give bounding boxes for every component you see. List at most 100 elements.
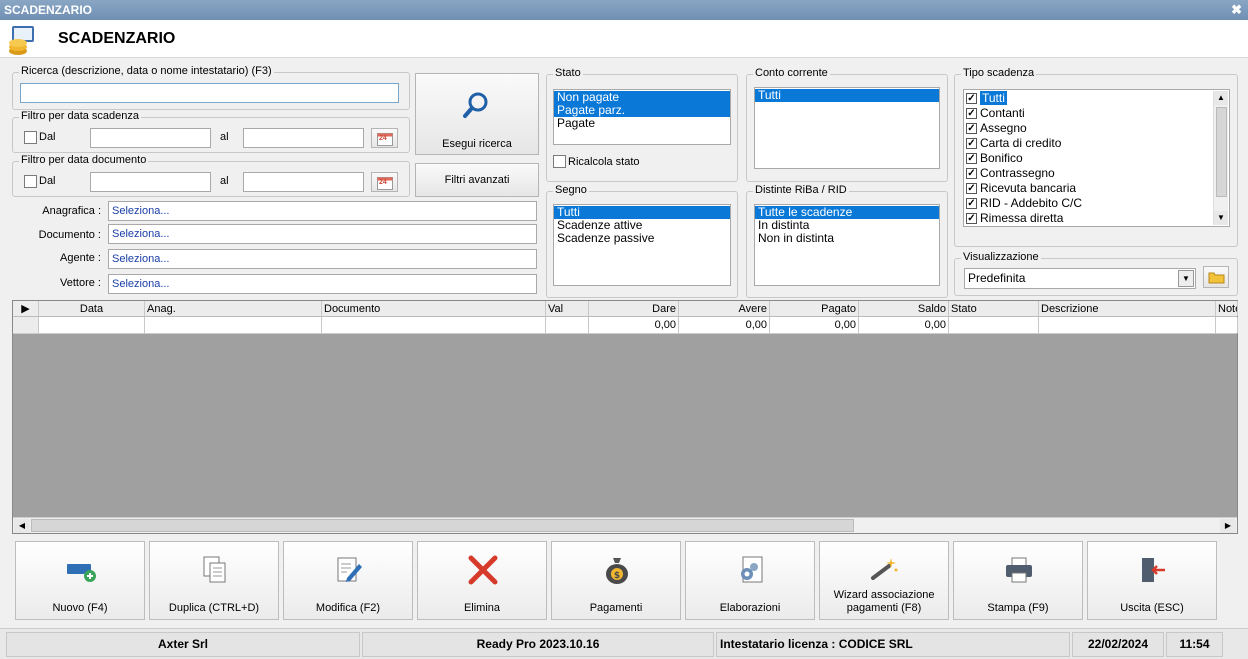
col-header[interactable]: Saldo xyxy=(859,301,949,316)
check-icon[interactable]: ✓ xyxy=(966,93,977,104)
scadenze-grid[interactable]: ▶ Data Anag. Documento Val Dare Avere Pa… xyxy=(12,300,1238,534)
distinte-item[interactable]: Non in distinta xyxy=(755,232,939,245)
cell[interactable] xyxy=(1216,317,1238,333)
col-header[interactable]: Stato xyxy=(949,301,1039,316)
tipo-scadenza-item[interactable]: ✓ Rimessa diretta xyxy=(964,211,1229,226)
tipo-scadenza-item[interactable]: ✓ Contrassegno xyxy=(964,166,1229,181)
due-date-from-label: Dal xyxy=(39,131,56,143)
tipo-scadenza-scrollbar[interactable]: ▲ ▼ xyxy=(1213,91,1228,225)
cell[interactable] xyxy=(145,317,322,333)
col-header[interactable]: Note xyxy=(1216,301,1238,316)
due-date-checkbox[interactable] xyxy=(24,131,37,144)
due-date-to-label: al xyxy=(220,131,229,143)
advanced-filters-button[interactable]: Filtri avanzati xyxy=(415,163,539,197)
new-button[interactable]: Nuovo (F4) xyxy=(15,541,145,620)
search-input[interactable] xyxy=(20,83,399,103)
payments-button[interactable]: $ Pagamenti xyxy=(551,541,681,620)
col-header[interactable]: Documento xyxy=(322,301,546,316)
print-button[interactable]: Stampa (F9) xyxy=(953,541,1083,620)
doc-date-from-input[interactable] xyxy=(90,172,211,192)
segno-list[interactable]: Tutti Scadenze attive Scadenze passive xyxy=(553,204,731,286)
check-icon[interactable]: ✓ xyxy=(966,168,977,179)
stato-list[interactable]: Non pagate Pagate parz. Pagate xyxy=(553,89,731,145)
processing-button[interactable]: Elaborazioni xyxy=(685,541,815,620)
exit-button[interactable]: Uscita (ESC) xyxy=(1087,541,1217,620)
duplicate-button[interactable]: Duplica (CTRL+D) xyxy=(149,541,279,620)
total-avere: 0,00 xyxy=(679,317,770,333)
check-icon[interactable]: ✓ xyxy=(966,108,977,119)
recalc-status-checkbox[interactable] xyxy=(553,155,566,168)
tipo-scadenza-item[interactable]: ✓ Tutti xyxy=(964,91,1229,106)
segno-item[interactable]: Scadenze passive xyxy=(554,232,730,245)
tipo-scadenza-item[interactable]: ✓ Bonifico xyxy=(964,151,1229,166)
search-button[interactable]: Esegui ricerca xyxy=(415,73,539,155)
print-button-label: Stampa (F9) xyxy=(987,602,1049,614)
scroll-thumb[interactable] xyxy=(31,519,854,532)
visualizzazione-select[interactable]: Predefinita ▼ xyxy=(964,268,1196,289)
cell[interactable] xyxy=(39,317,145,333)
col-header[interactable]: Anag. xyxy=(145,301,322,316)
total-dare: 0,00 xyxy=(589,317,679,333)
distinte-list[interactable]: Tutte le scadenze In distinta Non in dis… xyxy=(754,204,940,286)
tipo-scadenza-item[interactable]: ✓ RID - Addebito C/C xyxy=(964,196,1229,211)
col-header[interactable]: Dare xyxy=(589,301,679,316)
grid-hscrollbar[interactable]: ◀ ▶ xyxy=(13,517,1237,533)
edit-button-label: Modifica (F2) xyxy=(315,602,381,614)
cell[interactable] xyxy=(546,317,589,333)
tipo-scadenza-item[interactable]: ✓ Assegno xyxy=(964,121,1229,136)
check-icon[interactable]: ✓ xyxy=(966,198,977,209)
table-row[interactable]: 0,00 0,00 0,00 0,00 xyxy=(13,317,1238,334)
scroll-thumb[interactable] xyxy=(1216,107,1227,197)
doc-date-to-input[interactable] xyxy=(243,172,364,192)
search-legend: Ricerca (descrizione, data o nome intest… xyxy=(19,65,274,77)
col-header[interactable]: Descrizione xyxy=(1039,301,1216,316)
vettore-select[interactable]: Seleziona... xyxy=(108,274,537,294)
due-date-calendar-button[interactable]: 24 xyxy=(371,128,398,148)
documento-select[interactable]: Seleziona... xyxy=(108,224,537,244)
edit-button[interactable]: Modifica (F2) xyxy=(283,541,413,620)
col-header[interactable]: Avere xyxy=(679,301,770,316)
delete-button-label: Elimina xyxy=(463,602,501,614)
scroll-up-icon[interactable]: ▲ xyxy=(1214,91,1228,105)
scroll-down-icon[interactable]: ▼ xyxy=(1214,211,1228,225)
chevron-down-icon[interactable]: ▼ xyxy=(1178,270,1194,287)
conto-corrente-item[interactable]: Tutti xyxy=(755,89,939,102)
tipo-scadenza-item-label: Contrassegno xyxy=(980,166,1055,180)
close-icon[interactable]: ✖ xyxy=(1231,0,1242,20)
agente-select[interactable]: Seleziona... xyxy=(108,249,537,269)
vettore-label: Vettore : xyxy=(60,277,101,289)
scroll-left-icon[interactable]: ◀ xyxy=(14,519,30,533)
anagrafica-select[interactable]: Seleziona... xyxy=(108,201,537,221)
due-date-from-input[interactable] xyxy=(90,128,211,148)
printer-icon xyxy=(1006,557,1032,583)
conto-corrente-list[interactable]: Tutti xyxy=(754,87,940,169)
check-icon[interactable]: ✓ xyxy=(966,213,977,224)
delete-button[interactable]: Elimina xyxy=(417,541,547,620)
col-header[interactable]: Pagato xyxy=(770,301,859,316)
col-header[interactable]: Data xyxy=(39,301,145,316)
tipo-scadenza-item-label: RID - Addebito C/C xyxy=(980,196,1083,210)
tipo-scadenza-list[interactable]: ✓ Tutti ✓ Contanti ✓ Assegno ✓ Carta di cred… xyxy=(963,89,1230,227)
check-icon[interactable]: ✓ xyxy=(966,153,977,164)
wizard-payments-button[interactable]: Wizard associazione pagamenti (F8) xyxy=(819,541,949,620)
cell[interactable] xyxy=(322,317,546,333)
tipo-scadenza-item[interactable]: ✓ Carta di credito xyxy=(964,136,1229,151)
cell[interactable] xyxy=(949,317,1039,333)
folder-icon xyxy=(1208,272,1225,284)
anagrafica-label: Anagrafica : xyxy=(42,205,101,217)
scroll-right-icon[interactable]: ▶ xyxy=(1220,519,1236,533)
check-icon[interactable]: ✓ xyxy=(966,183,977,194)
doc-date-checkbox[interactable] xyxy=(24,175,37,188)
tipo-scadenza-item[interactable]: ✓ Contanti xyxy=(964,106,1229,121)
col-header[interactable]: Val xyxy=(546,301,589,316)
exit-button-label: Uscita (ESC) xyxy=(1120,602,1184,614)
doc-date-calendar-button[interactable]: 24 xyxy=(371,172,398,192)
check-icon[interactable]: ✓ xyxy=(966,123,977,134)
coins-icon xyxy=(9,26,34,55)
check-icon[interactable]: ✓ xyxy=(966,138,977,149)
due-date-to-input[interactable] xyxy=(243,128,364,148)
view-settings-button[interactable] xyxy=(1203,266,1229,288)
cell[interactable] xyxy=(1039,317,1216,333)
stato-item[interactable]: Pagate xyxy=(554,117,730,130)
tipo-scadenza-item[interactable]: ✓ Ricevuta bancaria xyxy=(964,181,1229,196)
